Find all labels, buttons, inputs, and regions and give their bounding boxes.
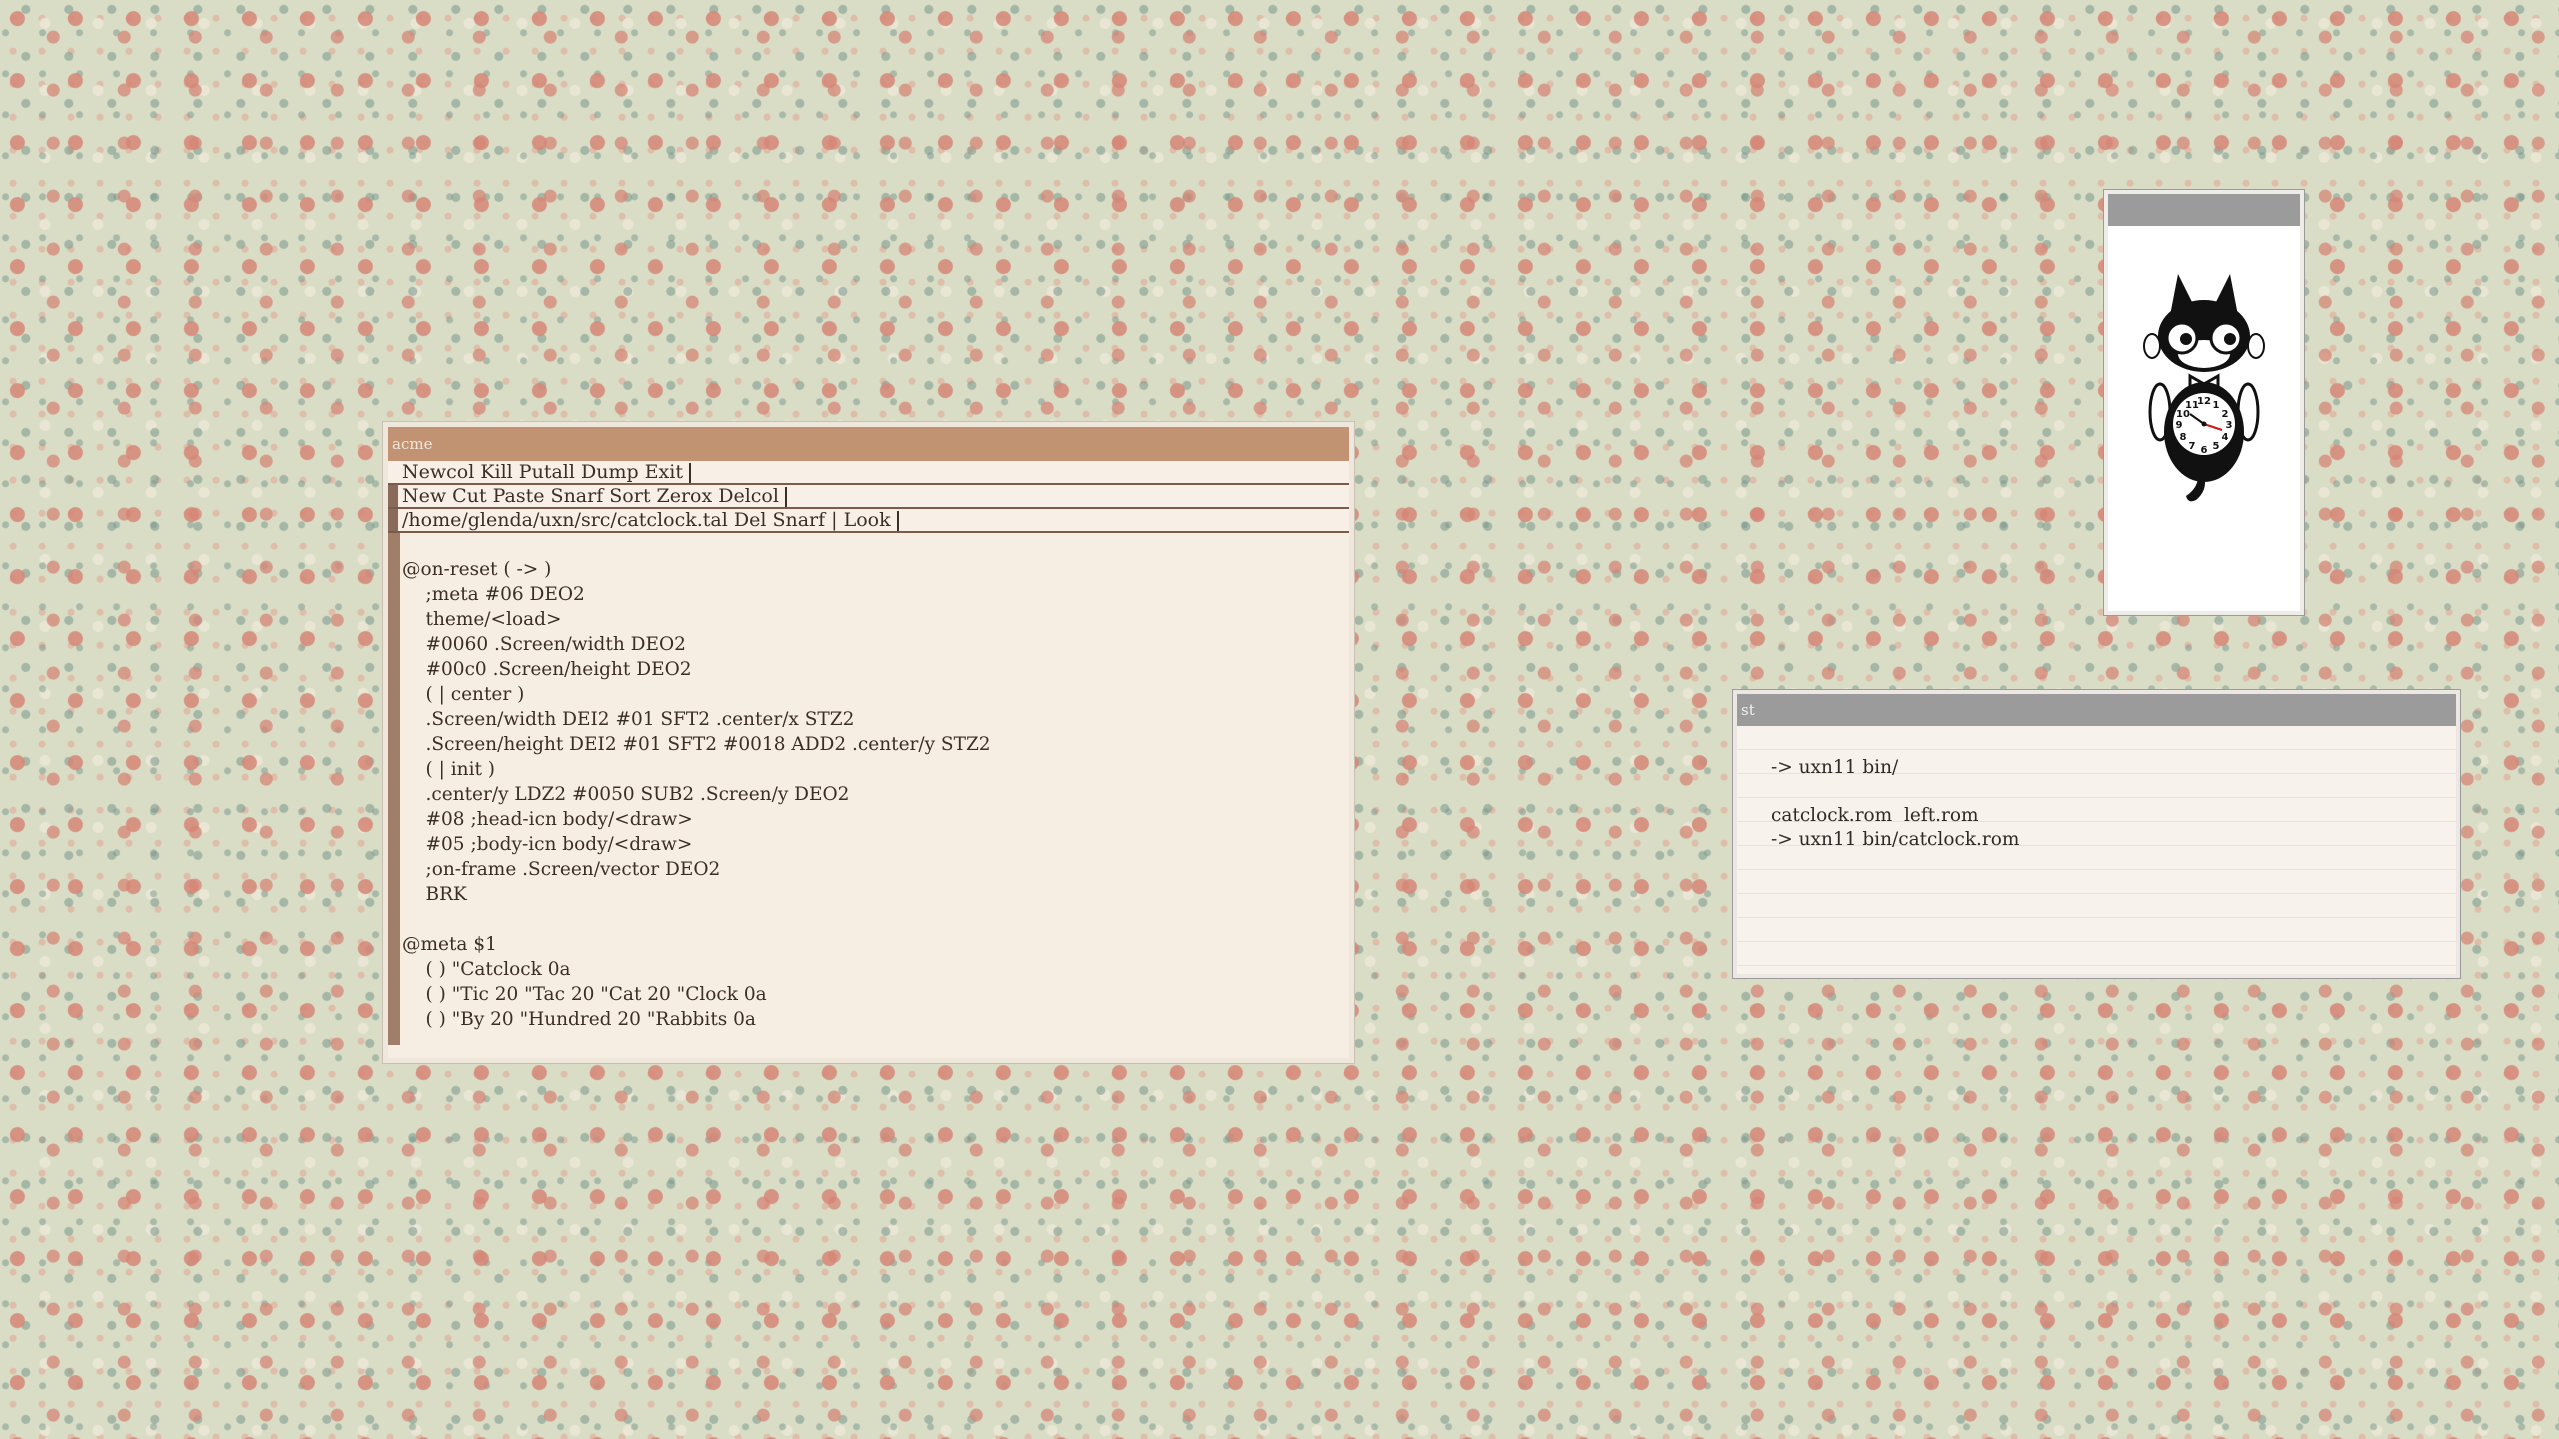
catclock-title-bar[interactable] [2108, 194, 2300, 226]
catclock-image: 12 1 2 3 4 5 6 7 8 9 10 11 [2143, 274, 2265, 502]
catclock-window[interactable]: 12 1 2 3 4 5 6 7 8 9 10 11 [2104, 190, 2304, 615]
clock-number-8: 8 [2180, 432, 2187, 443]
cat-left-cheek [2143, 333, 2161, 359]
column-handle[interactable] [388, 485, 398, 507]
acme-window[interactable]: acme Newcol Kill Putall Dump Exit New Cu… [383, 422, 1354, 1063]
clock-number-9: 9 [2176, 420, 2183, 431]
acme-code-text[interactable]: @on-reset ( -> ) ;meta #06 DEO2 theme/<l… [402, 557, 991, 1032]
acme-column-tag[interactable]: New Cut Paste Snarf Sort Zerox Delcol [388, 485, 1349, 509]
acme-title-bar[interactable]: acme [388, 427, 1349, 461]
clock-center [2201, 421, 2207, 427]
terminal-output[interactable]: -> uxn11 bin/ catclock.rom left.rom -> u… [1771, 756, 2019, 852]
clock-number-1: 1 [2213, 400, 2220, 411]
acme-window-tag[interactable]: /home/glenda/uxn/src/catclock.tal Del Sn… [388, 509, 1349, 533]
acme-window-tag-text[interactable]: /home/glenda/uxn/src/catclock.tal Del Sn… [402, 509, 891, 531]
acme-main-tag-text[interactable]: Newcol Kill Putall Dump Exit [402, 461, 683, 483]
text-cursor [688, 463, 691, 483]
clock-number-6: 6 [2201, 445, 2208, 456]
clock-number-2: 2 [2222, 409, 2229, 420]
cat-right-cheek [2247, 333, 2265, 359]
terminal-area[interactable]: -> uxn11 bin/ catclock.rom left.rom -> u… [1737, 726, 2456, 970]
acme-main-tag[interactable]: Newcol Kill Putall Dump Exit [388, 461, 1349, 485]
text-cursor [784, 487, 787, 507]
acme-title: acme [392, 435, 433, 453]
acme-scrollbar[interactable] [388, 533, 400, 1045]
st-terminal-window[interactable]: st -> uxn11 bin/ catclock.rom left.rom -… [1733, 690, 2460, 978]
text-cursor [896, 511, 899, 531]
acme-body[interactable]: @on-reset ( -> ) ;meta #06 DEO2 theme/<l… [388, 533, 1349, 1045]
clock-number-5: 5 [2213, 441, 2220, 452]
window-handle[interactable] [388, 509, 398, 531]
clock-number-4: 4 [2222, 432, 2229, 443]
desktop: { "acme": { "title": "acme", "tag_main":… [0, 0, 2559, 1439]
clock-number-7: 7 [2189, 441, 2196, 452]
cat-right-pupil [2224, 333, 2236, 345]
clock-number-11: 11 [2185, 400, 2199, 411]
st-title-bar[interactable]: st [1737, 694, 2456, 726]
cat-left-pupil [2180, 333, 2192, 345]
clock-number-3: 3 [2226, 420, 2233, 431]
acme-column-tag-text[interactable]: New Cut Paste Snarf Sort Zerox Delcol [402, 485, 779, 507]
st-title: st [1741, 701, 1755, 719]
clock-number-12: 12 [2197, 396, 2211, 407]
